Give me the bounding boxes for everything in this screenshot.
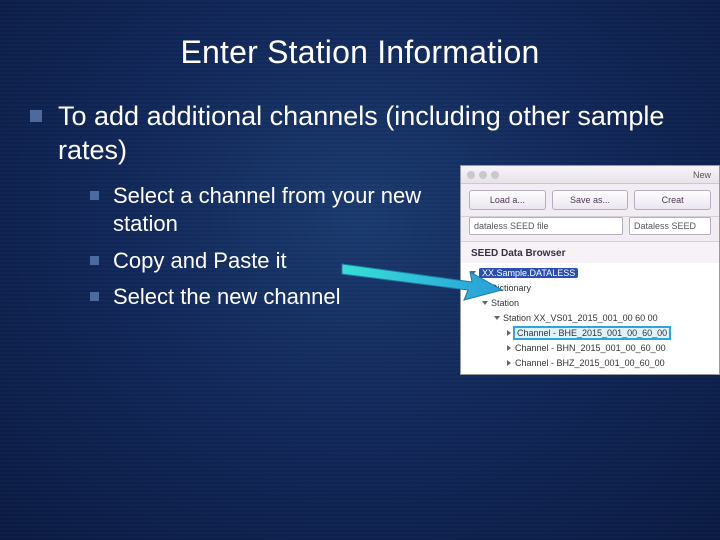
save-as-button[interactable]: Save as... (552, 190, 629, 210)
tree-root[interactable]: XX.Sample.DATALESS (471, 265, 713, 280)
tree-label: Channel - BHZ_2015_001_00_60_00 (515, 358, 665, 368)
file-path-field[interactable]: dataless SEED file (469, 217, 623, 235)
sub-bullet: Copy and Paste it (90, 247, 450, 276)
disclosure-triangle-icon[interactable] (507, 345, 511, 351)
square-bullet-icon (30, 110, 42, 122)
bullet-level1: To add additional channels (including ot… (30, 100, 700, 168)
tree-label: Station XX_VS01_2015_001_00 60 00 (503, 313, 658, 323)
tree-node-station[interactable]: Station (471, 295, 713, 310)
disclosure-triangle-icon[interactable] (507, 360, 511, 366)
sub-bullet-text: Select the new channel (113, 283, 341, 312)
tree-root-label: XX.Sample.DATALESS (479, 268, 578, 278)
tree-node-channel[interactable]: Channel - BHE_2015_001_00_60_00 (471, 325, 713, 340)
load-button[interactable]: Load a... (469, 190, 546, 210)
sub-bullet-text: Select a channel from your new station (113, 182, 450, 239)
tree-label-highlighted: Channel - BHE_2015_001_00_60_00 (515, 328, 669, 338)
window-titlebar: New (461, 166, 719, 184)
square-bullet-icon (90, 256, 99, 265)
toolbar-new-label: New (693, 170, 711, 180)
sub-bullet: Select the new channel (90, 283, 450, 312)
slide-title: Enter Station Information (0, 0, 720, 71)
tree-node-channel[interactable]: Channel - BHN_2015_001_00_60_00 (471, 340, 713, 355)
file-type-field[interactable]: Dataless SEED (629, 217, 711, 235)
file-row: dataless SEED file Dataless SEED (461, 217, 719, 242)
square-bullet-icon (90, 292, 99, 301)
traffic-light-icon (491, 171, 499, 179)
disclosure-triangle-icon[interactable] (483, 285, 487, 291)
toolbar: Load a... Save as... Creat (461, 184, 719, 217)
tree-node-dictionary[interactable]: Dictionary (471, 280, 713, 295)
tree-label: Dictionary (491, 283, 531, 293)
tree-label: Station (491, 298, 519, 308)
traffic-light-icon (467, 171, 475, 179)
bullet-text: To add additional channels (including ot… (58, 100, 700, 168)
tree-label: Channel - BHN_2015_001_00_60_00 (515, 343, 666, 353)
disclosure-triangle-icon[interactable] (470, 271, 476, 275)
sub-bullet: Select a channel from your new station (90, 182, 450, 239)
sub-bullet-text: Copy and Paste it (113, 247, 287, 276)
browser-heading: SEED Data Browser (461, 242, 719, 263)
tree-node-channel[interactable]: Channel - BHZ_2015_001_00_60_00 (471, 355, 713, 370)
slide: Enter Station Information To add additio… (0, 0, 720, 540)
create-button[interactable]: Creat (634, 190, 711, 210)
disclosure-triangle-icon[interactable] (494, 316, 500, 320)
traffic-light-icon (479, 171, 487, 179)
tree-view[interactable]: XX.Sample.DATALESS Dictionary Station St… (461, 263, 719, 375)
app-screenshot: New Load a... Save as... Creat dataless … (460, 165, 720, 375)
disclosure-triangle-icon[interactable] (507, 330, 511, 336)
disclosure-triangle-icon[interactable] (482, 301, 488, 305)
tree-node-station-instance[interactable]: Station XX_VS01_2015_001_00 60 00 (471, 310, 713, 325)
square-bullet-icon (90, 191, 99, 200)
